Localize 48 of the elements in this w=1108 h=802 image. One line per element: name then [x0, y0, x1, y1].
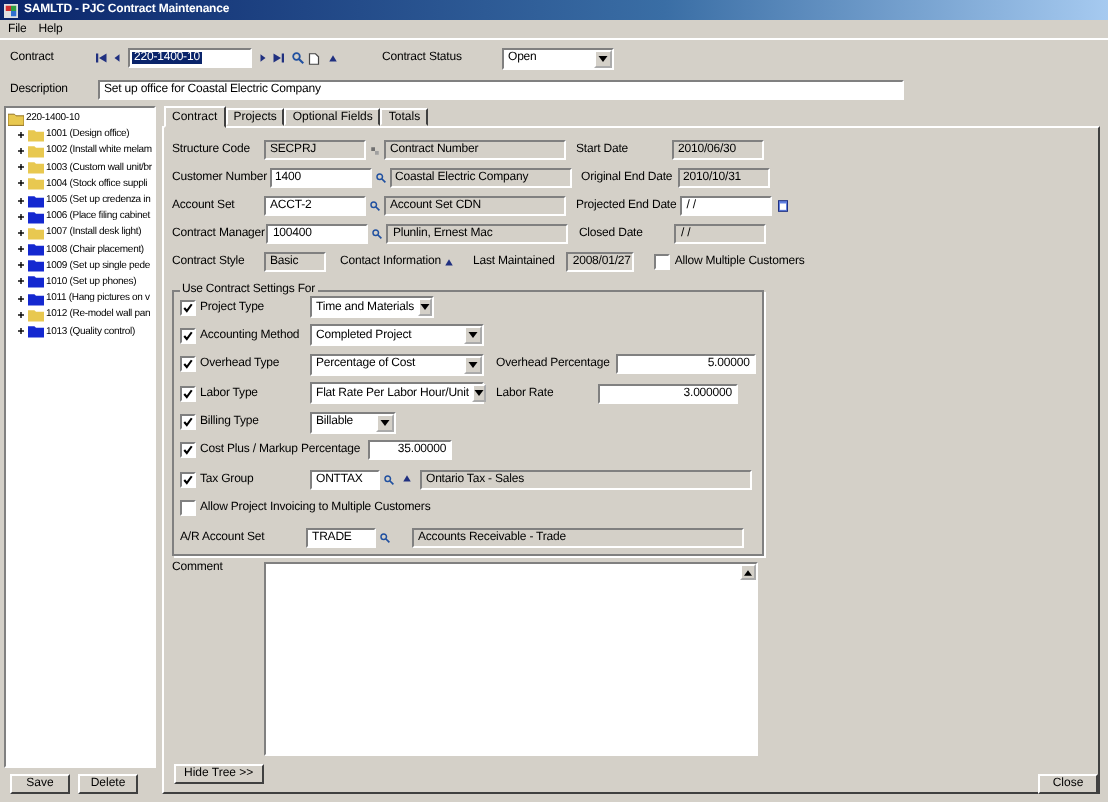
expander-icon[interactable] [16, 129, 26, 140]
new-document-icon[interactable] [308, 51, 320, 65]
comment-field[interactable] [264, 562, 758, 757]
finder-icon[interactable] [370, 145, 380, 155]
search-icon[interactable] [375, 172, 386, 184]
up-arrow-icon[interactable] [402, 474, 412, 485]
search-icon[interactable] [372, 228, 383, 240]
dropdown-arrow-icon [474, 390, 485, 397]
checkbox[interactable] [180, 327, 196, 344]
up-arrow-icon[interactable] [444, 257, 455, 267]
expander-icon[interactable] [16, 276, 26, 287]
checkbox[interactable] [180, 356, 196, 373]
first-record-icon[interactable] [96, 52, 108, 64]
checkbox[interactable] [654, 254, 671, 270]
checkbox[interactable] [180, 442, 196, 459]
expander-icon[interactable] [16, 211, 26, 222]
expander-icon[interactable] [16, 326, 26, 337]
up-arrow-icon[interactable] [328, 53, 338, 63]
scrollbar[interactable] [740, 564, 756, 581]
dropdown-arrow-icon [468, 361, 478, 368]
search-icon[interactable] [370, 200, 380, 212]
search-icon[interactable] [384, 473, 394, 486]
expander-icon[interactable] [16, 309, 26, 320]
checkbox[interactable] [180, 471, 196, 488]
expander-icon[interactable] [16, 227, 26, 238]
expander-icon[interactable] [16, 162, 26, 173]
search-icon[interactable] [380, 531, 390, 544]
search-icon[interactable] [292, 52, 304, 64]
expander-icon[interactable] [16, 195, 26, 206]
expander-icon[interactable] [16, 293, 26, 304]
checkbox[interactable] [180, 299, 196, 315]
last-record-icon[interactable] [272, 52, 284, 64]
folder-icon [8, 111, 24, 126]
dropdown-arrow-icon [420, 304, 430, 310]
dropdown-arrow-icon [468, 332, 478, 339]
checkbox[interactable] [180, 414, 196, 431]
checkbox[interactable] [180, 500, 196, 517]
expander-icon[interactable] [16, 260, 26, 271]
next-record-icon[interactable] [258, 52, 268, 64]
dropdown-arrow-icon [380, 419, 390, 426]
previous-record-icon[interactable] [112, 52, 122, 64]
expander-icon[interactable] [16, 244, 26, 255]
expander-icon[interactable] [16, 178, 26, 189]
calendar-icon[interactable] [778, 200, 789, 212]
app-icon [4, 3, 18, 17]
checkbox[interactable] [180, 385, 196, 402]
dropdown-arrow-icon [598, 55, 608, 61]
expander-icon[interactable] [16, 145, 26, 156]
